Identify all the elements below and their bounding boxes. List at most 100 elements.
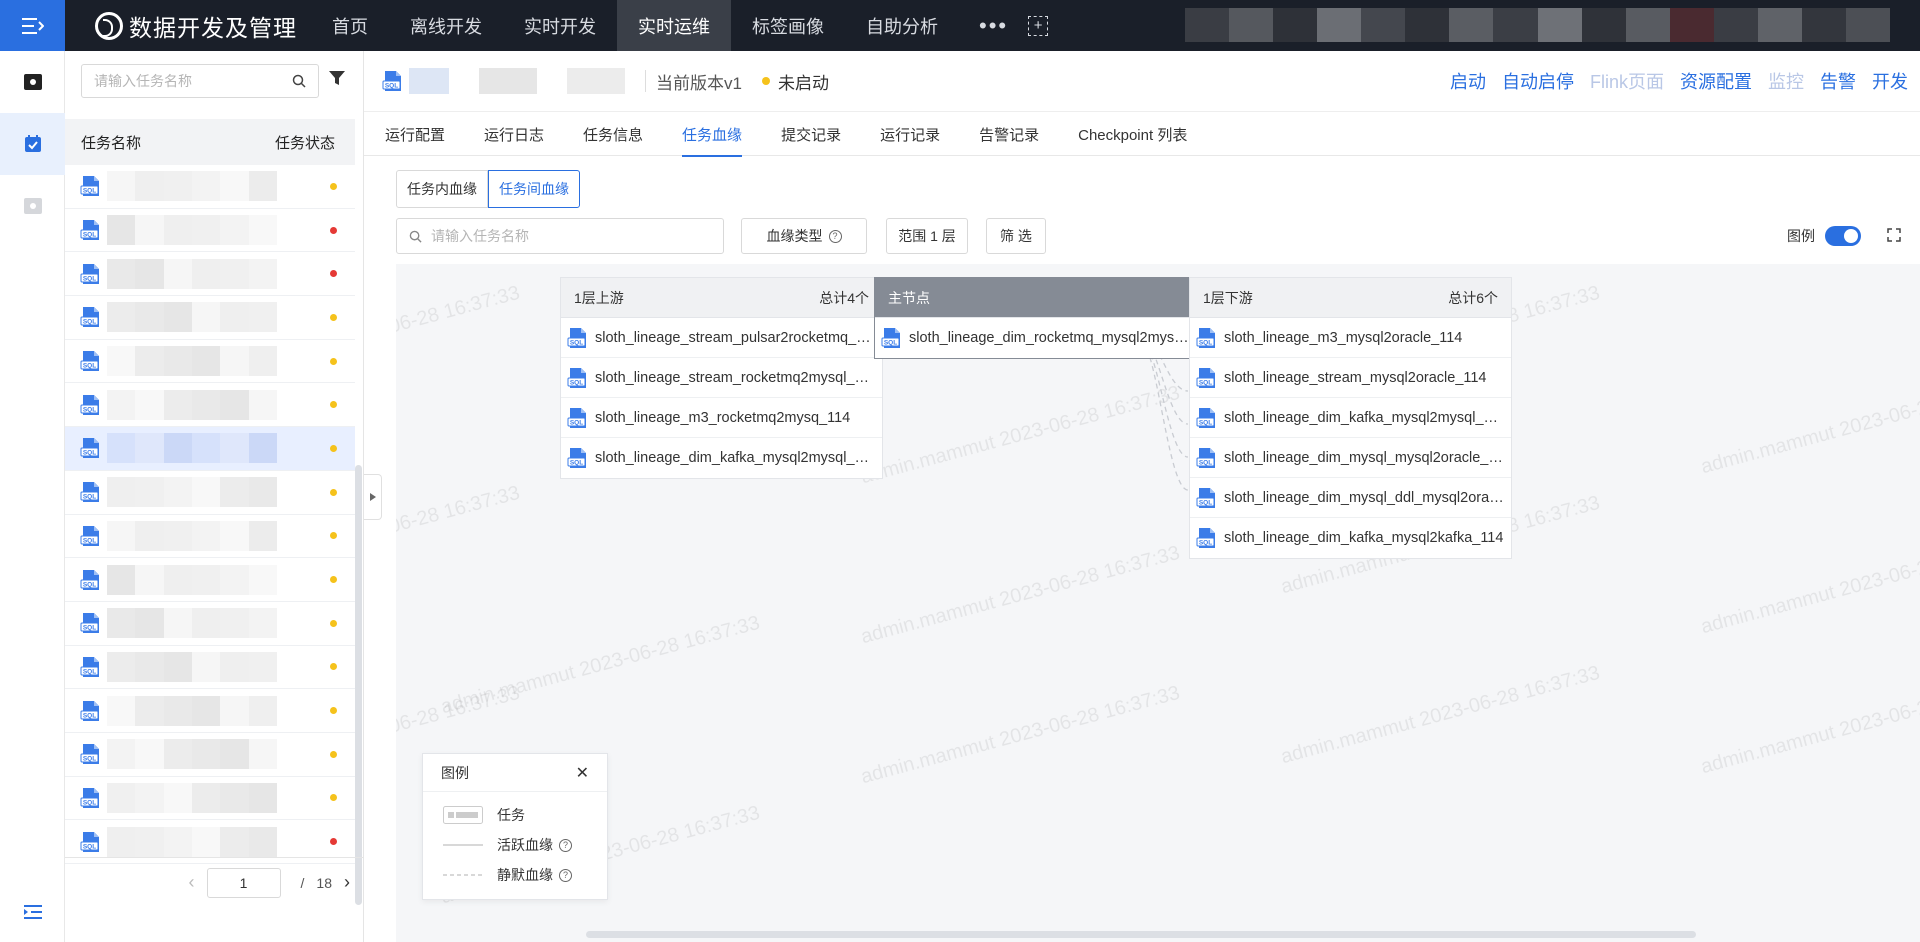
- task-name-blurred: [107, 302, 277, 333]
- rail-item-tasks[interactable]: [0, 113, 65, 175]
- task-row[interactable]: SQL: [65, 427, 355, 471]
- downstream-items: SQL sloth_lineage_m3_mysql2oracle_114 SQL s…: [1190, 318, 1511, 558]
- develop-button[interactable]: 开发: [1872, 68, 1908, 94]
- canvas-horizontal-scrollbar[interactable]: [586, 931, 1696, 938]
- lineage-node[interactable]: SQL sloth_lineage_m3_mysql2oracle_114: [1190, 318, 1511, 358]
- menu-icon[interactable]: [0, 0, 65, 51]
- task-row[interactable]: SQL: [65, 558, 355, 602]
- task-row[interactable]: SQL: [65, 602, 355, 646]
- segment-intra-task[interactable]: 任务内血缘: [396, 170, 488, 208]
- alarm-button[interactable]: 告警: [1820, 68, 1856, 94]
- help-icon[interactable]: ?: [559, 838, 572, 852]
- segment-inter-task[interactable]: 任务间血缘: [488, 170, 580, 208]
- monitor-icon: [23, 198, 42, 214]
- tab-alarm-records[interactable]: 告警记录: [958, 112, 1057, 156]
- start-button[interactable]: 启动: [1450, 68, 1486, 94]
- lineage-node[interactable]: SQL sloth_lineage_dim_mysql_ddl_mysql2ora…: [1190, 478, 1511, 518]
- sql-icon: SQL: [567, 447, 589, 469]
- sql-icon: SQL: [567, 327, 589, 349]
- tab-checkpoint-list[interactable]: Checkpoint 列表: [1057, 112, 1205, 156]
- lineage-node[interactable]: SQL sloth_lineage_stream_pulsar2rocketmq_…: [561, 318, 882, 358]
- svg-text:SQL: SQL: [83, 581, 96, 588]
- task-search-input[interactable]: 请输入任务名称: [81, 64, 319, 98]
- tab-run-log[interactable]: 运行日志: [463, 112, 562, 156]
- task-row[interactable]: SQL: [65, 777, 355, 821]
- rail-item-monitor[interactable]: [0, 175, 65, 237]
- nav-item-self-analysis[interactable]: 自助分析: [845, 0, 959, 51]
- close-icon[interactable]: ✕: [576, 763, 589, 783]
- task-row[interactable]: SQL: [65, 689, 355, 733]
- task-row[interactable]: SQL: [65, 471, 355, 515]
- filter-icon[interactable]: [328, 69, 346, 90]
- task-name-blurred: [107, 346, 277, 377]
- sql-icon: SQL: [80, 306, 102, 328]
- status-dot: [330, 488, 337, 496]
- lineage-node[interactable]: SQL sloth_lineage_m3_rocketmq2mysq_114: [561, 398, 882, 438]
- task-row[interactable]: SQL: [65, 646, 355, 690]
- svg-text:SQL: SQL: [1199, 419, 1212, 426]
- task-row[interactable]: SQL: [65, 340, 355, 384]
- lineage-node[interactable]: SQL sloth_lineage_dim_kafka_mysql2mysql_1…: [1190, 398, 1511, 438]
- user-area-blurred[interactable]: [1185, 8, 1890, 42]
- lineage-node[interactable]: SQL sloth_lineage_stream_mysql2oracle_114: [1190, 358, 1511, 398]
- next-page-icon[interactable]: ›: [344, 872, 350, 893]
- task-row[interactable]: SQL: [65, 252, 355, 297]
- nav-item-realtime-ops[interactable]: 实时运维: [617, 0, 731, 51]
- lineage-node[interactable]: SQL sloth_lineage_dim_mysql_mysql2oracle_…: [1190, 438, 1511, 478]
- lineage-node[interactable]: SQL sloth_lineage_dim_kafka_mysql2mysql_1…: [561, 438, 882, 478]
- status-dot: [330, 750, 337, 758]
- lineage-type-button[interactable]: 血缘类型 ?: [741, 218, 867, 254]
- app-logo[interactable]: 数据开发及管理: [95, 9, 297, 43]
- help-icon[interactable]: ?: [559, 868, 572, 882]
- more-icon[interactable]: •••: [959, 13, 1028, 39]
- task-row[interactable]: SQL: [65, 733, 355, 777]
- filter-button[interactable]: 筛 选: [986, 218, 1046, 254]
- tab-task-lineage[interactable]: 任务血缘: [661, 112, 760, 157]
- auto-start-stop-button[interactable]: 自动启停: [1502, 68, 1574, 94]
- tab-submit-records[interactable]: 提交记录: [760, 112, 859, 156]
- resource-config-button[interactable]: 资源配置: [1680, 68, 1752, 94]
- collapse-menu-icon[interactable]: [0, 892, 65, 932]
- range-button[interactable]: 范围 1 层: [886, 218, 968, 254]
- lineage-node[interactable]: SQL sloth_lineage_stream_rocketmq2mysql_1…: [561, 358, 882, 398]
- task-row[interactable]: SQL: [65, 296, 355, 340]
- nav-item-home[interactable]: 首页: [311, 0, 389, 51]
- calendar-check-icon: [24, 135, 41, 152]
- lineage-search-input[interactable]: 请输入任务名称: [396, 218, 724, 254]
- tab-run-records[interactable]: 运行记录: [859, 112, 958, 156]
- tab-run-config[interactable]: 运行配置: [364, 112, 463, 156]
- nav-item-tag-profile[interactable]: 标签画像: [731, 0, 845, 51]
- sql-icon: SQL: [80, 394, 102, 416]
- lineage-node[interactable]: SQL sloth_lineage_dim_rocketmq_mysql2mysq…: [875, 318, 1196, 358]
- monitor-button[interactable]: 监控: [1768, 68, 1804, 94]
- fullscreen-icon[interactable]: [1887, 228, 1901, 245]
- task-list-scrollbar[interactable]: [355, 465, 362, 905]
- svg-text:SQL: SQL: [83, 712, 96, 719]
- task-row[interactable]: SQL: [65, 383, 355, 428]
- task-row[interactable]: SQL: [65, 165, 355, 209]
- lineage-canvas[interactable]: admin.mammut 2023-06-28 16:37:33 admin.m…: [396, 264, 1920, 942]
- add-icon[interactable]: +: [1028, 15, 1049, 36]
- task-name-blurred: [107, 477, 277, 508]
- status-dot: [330, 576, 337, 584]
- lineage-node[interactable]: SQL sloth_lineage_dim_kafka_mysql2kafka_1…: [1190, 518, 1511, 558]
- rail-item-settings[interactable]: [0, 51, 65, 113]
- nav-item-offline-dev[interactable]: 离线开发: [389, 0, 503, 51]
- prev-page-icon[interactable]: ‹: [189, 872, 195, 893]
- task-name-blurred: [107, 215, 277, 246]
- task-name-blurred: [107, 651, 277, 682]
- flink-page-button[interactable]: Flink页面: [1590, 68, 1664, 94]
- task-search-placeholder: 请输入任务名称: [94, 73, 192, 89]
- legend-switch[interactable]: [1825, 226, 1861, 246]
- nav-item-realtime-dev[interactable]: 实时开发: [503, 0, 617, 51]
- task-row[interactable]: SQL: [65, 209, 355, 253]
- svg-text:SQL: SQL: [570, 419, 583, 426]
- task-row[interactable]: SQL: [65, 515, 355, 559]
- header-divider: [645, 70, 646, 92]
- status-dot: [330, 532, 337, 540]
- page-number-input[interactable]: [206, 867, 281, 898]
- svg-text:SQL: SQL: [83, 232, 96, 239]
- pagination: ‹ / 18 ›: [65, 857, 364, 907]
- task-name-blurred: [107, 782, 277, 813]
- tab-task-info[interactable]: 任务信息: [562, 112, 661, 156]
